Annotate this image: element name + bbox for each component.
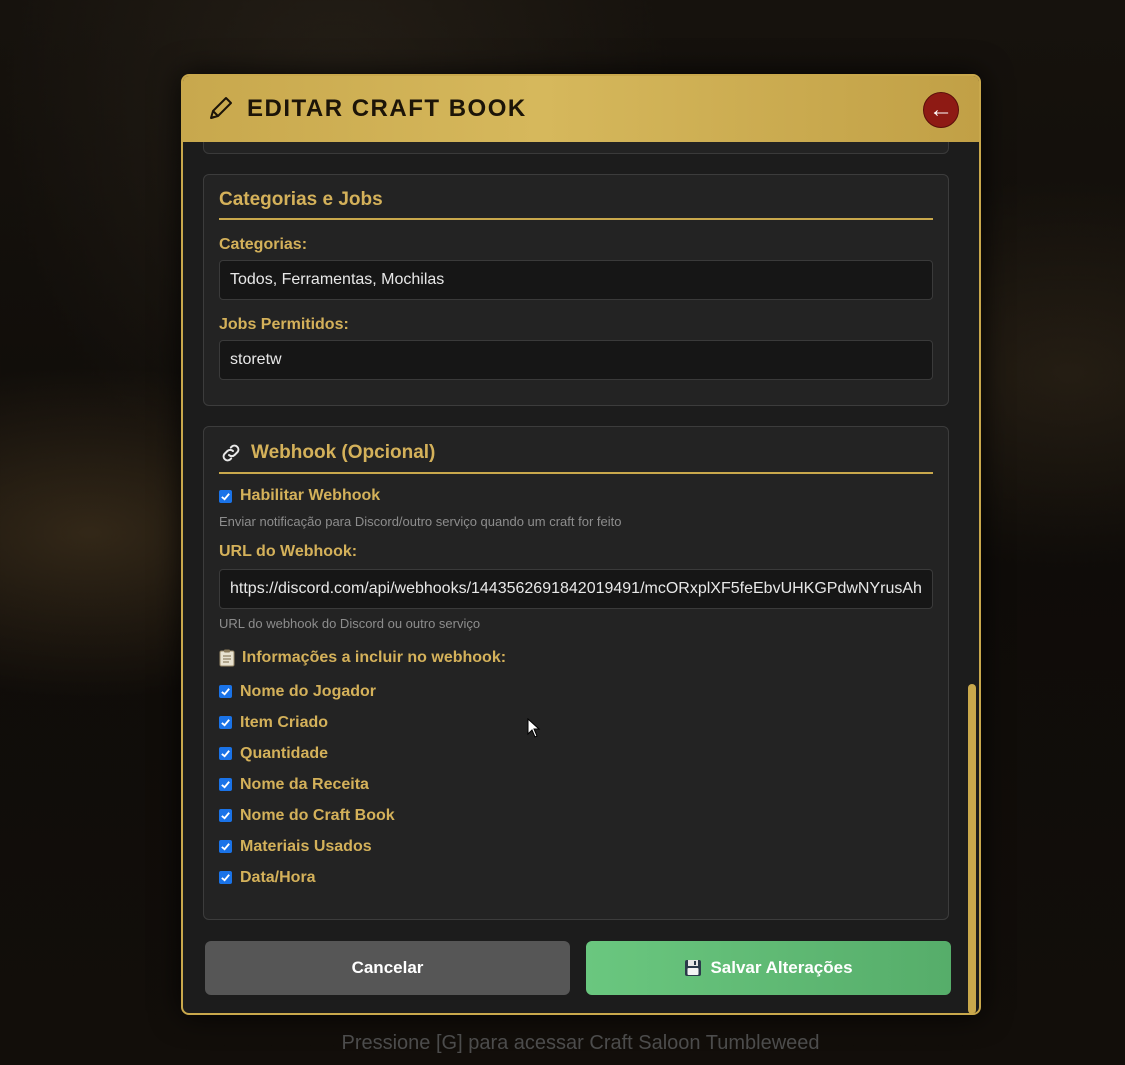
arrow-left-icon: ← [929, 96, 953, 123]
option-label: Nome do Craft Book [240, 806, 395, 824]
check-icon [221, 719, 230, 727]
cancel-label: Cancelar [351, 958, 424, 977]
checkbox[interactable] [219, 716, 232, 729]
enable-webhook-hint: Enviar notificação para Discord/outro se… [219, 514, 622, 529]
webhook-url-hint: URL do webhook do Discord ou outro servi… [219, 616, 481, 631]
option-label: Quantidade [240, 744, 329, 762]
modal-header: EDITAR CRAFT BOOK ← [183, 76, 979, 142]
check-icon [221, 492, 230, 501]
info-title-row: Informações a incluir no webhook: [219, 645, 933, 671]
categories-section: Categorias e Jobs Categorias: Jobs Permi… [203, 174, 949, 406]
modal-content[interactable]: Categorias e Jobs Categorias: Jobs Permi… [183, 142, 968, 1013]
pencil-icon [210, 97, 232, 119]
checkbox[interactable] [219, 871, 232, 884]
enable-webhook-row[interactable]: Habilitar Webhook [219, 483, 933, 509]
check-icon [221, 874, 230, 882]
option-label: Materiais Usados [240, 837, 372, 855]
option-label: Data/Hora [240, 868, 316, 886]
checkbox[interactable] [219, 685, 232, 698]
check-icon [221, 843, 230, 851]
enable-webhook-label: Habilitar Webhook [240, 487, 381, 504]
info-option-quantity[interactable]: Quantidade [219, 738, 933, 769]
info-option-player-name[interactable]: Nome do Jogador [219, 676, 933, 707]
info-option-recipe-name[interactable]: Nome da Receita [219, 769, 933, 800]
checkbox[interactable] [219, 778, 232, 791]
modal-title: EDITAR CRAFT BOOK [247, 95, 527, 122]
webhook-url-input[interactable] [219, 569, 933, 609]
enable-webhook-checkbox[interactable] [219, 489, 232, 503]
checkbox[interactable] [219, 809, 232, 822]
section-title: Webhook (Opcional) [219, 427, 933, 474]
info-option-item-created[interactable]: Item Criado [219, 707, 933, 738]
check-icon [221, 688, 230, 696]
check-icon [221, 750, 230, 758]
info-option-materials-used[interactable]: Materiais Usados [219, 831, 933, 862]
categories-input[interactable] [219, 260, 933, 300]
clipboard-icon [219, 649, 235, 667]
webhook-url-label: URL do Webhook: [219, 543, 358, 560]
info-option-craft-book-name[interactable]: Nome do Craft Book [219, 800, 933, 831]
mouse-cursor-icon [527, 718, 541, 738]
cancel-button[interactable]: Cancelar [205, 941, 570, 995]
link-icon [222, 444, 240, 462]
previous-section [203, 142, 949, 154]
webhook-title: Webhook (Opcional) [251, 442, 436, 463]
jobs-label: Jobs Permitidos: [219, 316, 349, 333]
edit-craft-book-modal: EDITAR CRAFT BOOK ← Categorias e Jobs Ca… [181, 74, 981, 1015]
webhook-section: Webhook (Opcional) Habilitar Webhook Env… [203, 426, 949, 920]
save-changes-button[interactable]: Salvar Alterações [586, 941, 951, 995]
info-title: Informações a incluir no webhook: [242, 649, 507, 666]
option-label: Nome da Receita [240, 775, 369, 793]
checkbox[interactable] [219, 840, 232, 853]
back-button[interactable]: ← [923, 92, 959, 128]
option-label: Item Criado [240, 713, 329, 731]
section-title: Categorias e Jobs [219, 175, 933, 220]
info-options-list: Nome do Jogador Item Criado Quantidade N… [219, 676, 933, 893]
check-icon [221, 781, 230, 789]
info-option-date-time[interactable]: Data/Hora [219, 862, 933, 893]
option-label: Nome do Jogador [240, 682, 377, 700]
categories-label: Categorias: [219, 236, 308, 253]
save-label: Salvar Alterações [710, 958, 853, 977]
jobs-input[interactable] [219, 340, 933, 380]
floppy-disk-icon [685, 960, 702, 976]
scrollbar-thumb[interactable] [968, 684, 976, 1013]
checkbox[interactable] [219, 747, 232, 760]
interaction-hint: Pressione [G] para acessar Craft Saloon … [341, 1032, 820, 1054]
check-icon [221, 812, 230, 820]
